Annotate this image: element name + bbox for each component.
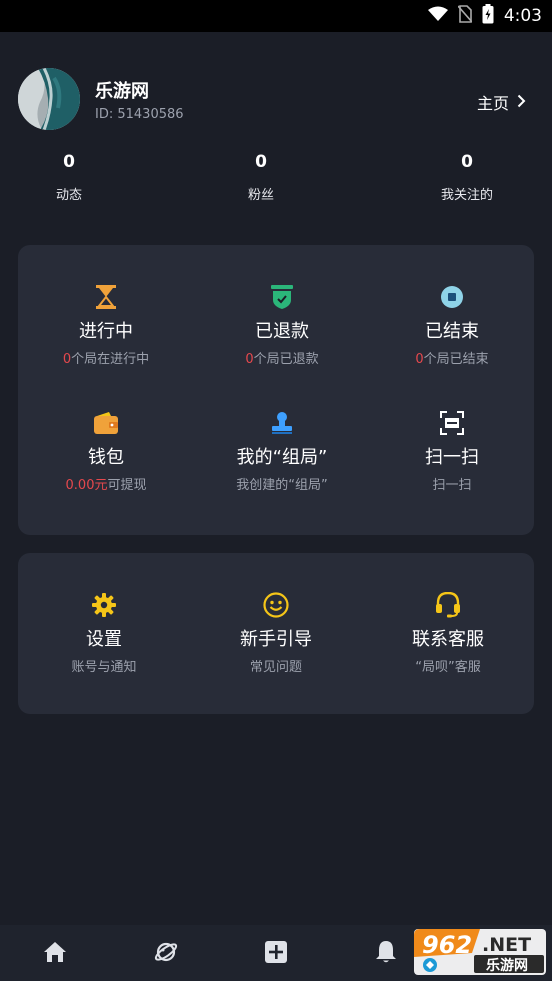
tile-scan-title: 扫一扫 xyxy=(425,447,479,468)
chevron-right-icon xyxy=(517,93,526,112)
home-icon xyxy=(43,941,67,967)
stat-following[interactable]: 0 我关注的 xyxy=(407,150,527,203)
nav-discover[interactable] xyxy=(153,941,179,967)
in-progress-suffix: 个局在进行中 xyxy=(71,352,150,367)
tile-refunded[interactable]: 已退款 0个局已退款 xyxy=(196,284,368,369)
service-card: 设置 账号与通知 新手引导 常见问题 联系客服 “局呗”客服 xyxy=(18,553,534,714)
tile-my-groups[interactable]: 我的“组局” 我创建的“组局” xyxy=(196,410,368,495)
tile-in-progress-sub: 0个局在进行中 xyxy=(20,351,192,369)
site-watermark-logo: 962 .NET 乐游网 xyxy=(406,927,548,977)
tile-support-sub: “局呗”客服 xyxy=(415,660,481,675)
status-time: 4:03 xyxy=(503,6,542,26)
smiley-icon xyxy=(263,592,289,618)
stats-row: 0 动态 0 粉丝 0 我关注的 xyxy=(0,150,552,210)
nav-home[interactable] xyxy=(42,941,68,967)
shield-check-icon xyxy=(269,284,295,310)
tile-refunded-sub: 0个局已退款 xyxy=(196,351,368,369)
tile-guide-title: 新手引导 xyxy=(240,629,312,650)
tile-support-title: 联系客服 xyxy=(412,629,484,650)
wallet-icon xyxy=(93,410,119,436)
nav-create[interactable] xyxy=(263,941,289,967)
refunded-suffix: 个局已退款 xyxy=(253,352,319,367)
tile-settings-sub: 账号与通知 xyxy=(71,660,137,675)
status-bar: 4:03 xyxy=(0,0,552,32)
stat-posts-label: 动态 xyxy=(55,188,82,203)
tile-ended-sub: 0个局已结束 xyxy=(366,351,538,369)
user-name: 乐游网 xyxy=(95,81,149,102)
tile-refunded-title: 已退款 xyxy=(255,321,309,342)
scan-icon xyxy=(439,410,465,436)
wifi-icon xyxy=(427,6,448,26)
tile-in-progress[interactable]: 进行中 0个局在进行中 xyxy=(20,284,192,369)
tile-guide[interactable]: 新手引导 常见问题 xyxy=(190,592,362,677)
watermark-text: 乐游网 xyxy=(486,957,528,974)
stat-posts[interactable]: 0 动态 xyxy=(9,150,129,203)
headset-icon xyxy=(435,592,461,618)
stat-following-count: 0 xyxy=(461,152,473,172)
tile-guide-sub: 常见问题 xyxy=(249,660,302,675)
tile-my-groups-title: 我的“组局” xyxy=(236,447,328,468)
orders-card: 进行中 0个局在进行中 已退款 0个局已退款 已结束 0个局已结束 钱包 0.0… xyxy=(18,245,534,535)
stat-fans[interactable]: 0 粉丝 xyxy=(201,150,321,203)
watermark-962: 962 xyxy=(422,931,472,959)
tile-ended[interactable]: 已结束 0个局已结束 xyxy=(366,284,538,369)
planet-icon xyxy=(154,940,178,968)
tile-wallet-title: 钱包 xyxy=(88,447,124,468)
user-id: ID: 51430586 xyxy=(95,107,184,122)
tile-scan-sub: 扫一扫 xyxy=(432,478,472,493)
homepage-link[interactable]: 主页 xyxy=(477,90,526,114)
tile-wallet-sub: 0.00元可提现 xyxy=(20,477,192,495)
tile-wallet[interactable]: 钱包 0.00元可提现 xyxy=(20,410,192,495)
stat-following-label: 我关注的 xyxy=(440,188,493,203)
nav-notifications[interactable] xyxy=(373,941,399,967)
stat-fans-count: 0 xyxy=(255,152,267,172)
profile-header: 乐游网 ID: 51430586 主页 xyxy=(18,68,534,132)
tile-settings[interactable]: 设置 账号与通知 xyxy=(18,592,190,677)
stamp-icon xyxy=(269,410,295,436)
hourglass-icon xyxy=(93,284,119,310)
in-progress-count: 0 xyxy=(62,352,72,367)
bell-icon xyxy=(375,940,397,968)
watermark-net: .NET xyxy=(482,934,531,956)
ended-suffix: 个局已结束 xyxy=(423,352,489,367)
tile-settings-title: 设置 xyxy=(86,629,122,650)
stat-fans-label: 粉丝 xyxy=(247,188,274,203)
stat-posts-count: 0 xyxy=(63,152,75,172)
wallet-suffix: 可提现 xyxy=(107,478,147,493)
stop-circle-icon xyxy=(439,284,465,310)
homepage-label: 主页 xyxy=(476,94,509,113)
gear-icon xyxy=(91,592,117,618)
ended-count: 0 xyxy=(415,352,424,367)
no-sim-icon xyxy=(457,5,473,27)
refunded-count: 0 xyxy=(245,352,254,367)
plus-square-icon xyxy=(264,940,288,968)
status-icons: 4:03 xyxy=(427,4,542,28)
wallet-amount: 0.00元 xyxy=(65,478,108,493)
tile-ended-title: 已结束 xyxy=(425,321,479,342)
tile-scan[interactable]: 扫一扫 扫一扫 xyxy=(366,410,538,495)
tile-support[interactable]: 联系客服 “局呗”客服 xyxy=(362,592,534,677)
battery-charging-icon xyxy=(482,4,494,28)
tile-my-groups-sub: 我创建的“组局” xyxy=(236,478,328,493)
tile-in-progress-title: 进行中 xyxy=(79,321,133,342)
avatar[interactable] xyxy=(18,68,80,130)
